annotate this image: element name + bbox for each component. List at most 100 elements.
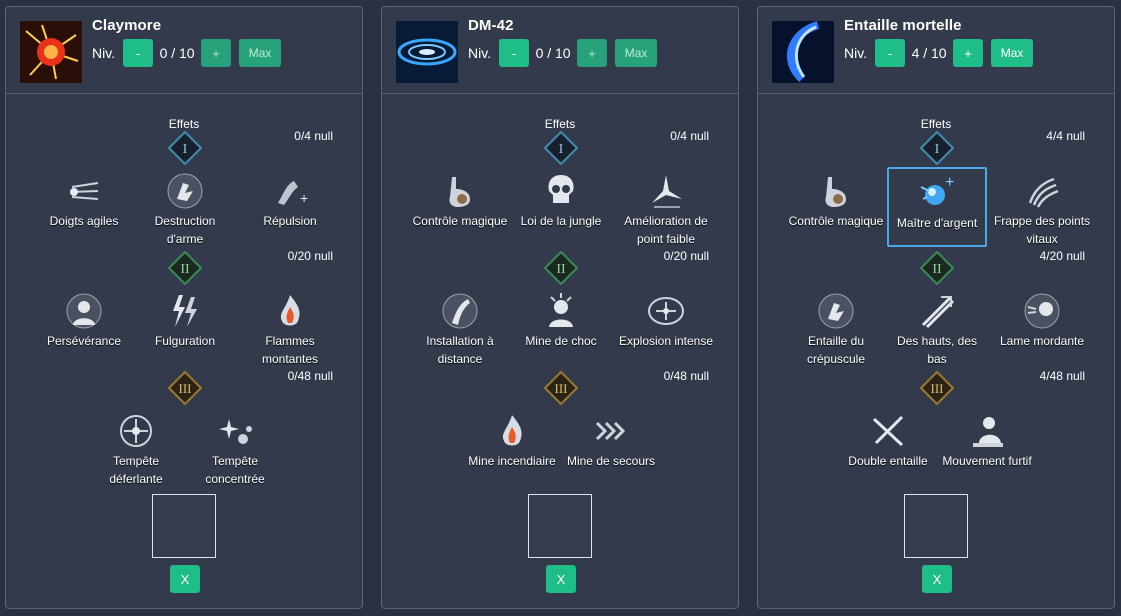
tier-2-option-3[interactable]: Lame mordante xyxy=(992,289,1092,350)
tier-2-numeral: II xyxy=(932,262,942,277)
tier-2-option-2[interactable]: Fulguration xyxy=(135,289,235,350)
tier-1-option-1[interactable]: Doigts agiles xyxy=(34,169,134,230)
tier-2-badge: II xyxy=(168,251,202,285)
swift-fingers-icon xyxy=(62,169,106,213)
skill-name: Claymore xyxy=(92,17,162,34)
incendiary-mine-icon xyxy=(490,409,534,453)
tier-3-option-2[interactable]: Tempête concentrée xyxy=(185,409,285,488)
tier-1-option-3[interactable]: + Répulsion xyxy=(240,169,340,230)
tier-1-numeral: I xyxy=(559,142,564,157)
tier-2-badge: II xyxy=(920,251,954,285)
option-label: Amélioration de point faible xyxy=(624,214,708,246)
level-max-button[interactable]: Max xyxy=(991,39,1034,67)
option-label: Contrôle magique xyxy=(788,214,884,228)
rune-slot[interactable] xyxy=(152,494,216,558)
twilight-slash-icon xyxy=(814,289,858,333)
level-max-button[interactable]: Max xyxy=(239,39,282,67)
tier-2-count: 4/20 null xyxy=(1039,249,1085,263)
concentrated-storm-icon xyxy=(213,409,257,453)
tier-3-option-2[interactable]: Mouvement furtif xyxy=(937,409,1037,470)
tier-1-option-2[interactable]: Loi de la jungle xyxy=(511,169,611,230)
tier-3-count: 0/48 null xyxy=(663,369,709,383)
tier-1-option-3[interactable]: Amélioration de point faible xyxy=(616,169,716,248)
rune-slot[interactable] xyxy=(528,494,592,558)
tier-3-badge: III xyxy=(544,371,578,405)
option-label: Persévérance xyxy=(46,334,122,348)
option-label: Doigts agiles xyxy=(49,214,119,228)
level-max-button[interactable]: Max xyxy=(615,39,658,67)
option-label: Répulsion xyxy=(263,214,317,228)
skill-panel-entaille-mortelle: Entaille mortelle Niv. - 4 / 10 + Max Ef… xyxy=(757,6,1115,609)
tier-3-count: 0/48 null xyxy=(287,369,333,383)
lightning-icon xyxy=(163,289,207,333)
tier-1-numeral: I xyxy=(183,142,188,157)
silver-master-icon: + xyxy=(915,171,959,215)
tier-1-option-1[interactable]: Contrôle magique xyxy=(786,169,886,230)
highs-and-lows-icon xyxy=(915,289,959,333)
level-decrease-button[interactable]: - xyxy=(499,39,530,67)
option-label: Loi de la jungle xyxy=(520,214,602,228)
tier-1-option-2[interactable]: Destruction d'arme xyxy=(135,169,235,248)
option-label: Maître d'argent xyxy=(896,216,978,230)
level-decrease-button[interactable]: - xyxy=(123,39,154,67)
clear-button[interactable]: X xyxy=(922,565,952,593)
skull-icon xyxy=(539,169,583,213)
tier-2-option-2[interactable]: Des hauts, des bas xyxy=(887,289,987,368)
level-value: 4 / 10 xyxy=(911,45,947,61)
tier-2-option-1[interactable]: Installation à distance xyxy=(410,289,510,368)
option-label: Des hauts, des bas xyxy=(896,334,978,366)
level-value: 0 / 10 xyxy=(159,45,195,61)
rescue-mine-icon xyxy=(589,409,633,453)
weak-point-icon xyxy=(644,169,688,213)
shock-mine-icon xyxy=(539,289,583,333)
tier-3-option-1[interactable]: Tempête déferlante xyxy=(86,409,186,488)
rising-flames-icon xyxy=(268,289,312,333)
level-increase-button[interactable]: + xyxy=(953,39,984,67)
tier-2-option-1[interactable]: Persévérance xyxy=(34,289,134,350)
biting-blade-icon xyxy=(1020,289,1064,333)
tier-1-option-2-selected[interactable]: + Maître d'argent xyxy=(887,167,987,247)
option-label: Double entaille xyxy=(848,454,928,468)
skill-panel-claymore: Claymore Niv. - 0 / 10 + Max Effets 0/4 … xyxy=(5,6,363,609)
perseverance-icon xyxy=(62,289,106,333)
option-label: Entaille du crépuscule xyxy=(806,334,866,366)
magic-control-icon xyxy=(814,169,858,213)
level-decrease-button[interactable]: - xyxy=(875,39,906,67)
stealth-move-icon xyxy=(965,409,1009,453)
tier-3-count: 4/48 null xyxy=(1039,369,1085,383)
skill-name: Entaille mortelle xyxy=(844,17,962,34)
tier-3-option-1[interactable]: Double entaille xyxy=(838,409,938,470)
tier-2-option-2[interactable]: Mine de choc xyxy=(511,289,611,350)
option-label: Mine de secours xyxy=(566,454,656,468)
tier-2-option-3[interactable]: Flammes montantes xyxy=(240,289,340,368)
option-label: Mine incendiaire xyxy=(468,454,556,468)
option-label: Destruction d'arme xyxy=(154,214,216,246)
rune-slot[interactable] xyxy=(904,494,968,558)
tier-2-option-3[interactable]: Explosion intense xyxy=(616,289,716,350)
level-label: Niv. xyxy=(468,45,492,61)
tier-1-option-1[interactable]: Contrôle magique xyxy=(410,169,510,230)
tier-2-option-1[interactable]: Entaille du crépuscule xyxy=(786,289,886,368)
tier-1-option-3[interactable]: Frappe des points vitaux xyxy=(992,169,1092,248)
tier-3-option-1[interactable]: Mine incendiaire xyxy=(462,409,562,470)
level-increase-button[interactable]: + xyxy=(577,39,608,67)
remote-install-icon xyxy=(438,289,482,333)
clear-button[interactable]: X xyxy=(170,565,200,593)
tier-1-badge: I xyxy=(168,131,202,165)
panel-header: DM-42 Niv. - 0 / 10 + Max xyxy=(382,7,738,94)
weapon-destruction-icon xyxy=(163,169,207,213)
option-label: Installation à distance xyxy=(426,334,494,366)
option-label: Flammes montantes xyxy=(261,334,319,366)
tier-3-numeral: III xyxy=(931,381,944,396)
vital-strike-icon xyxy=(1020,169,1064,213)
tier-1-count: 0/4 null xyxy=(670,129,709,143)
level-increase-button[interactable]: + xyxy=(201,39,232,67)
level-controls: Niv. - 0 / 10 + Max xyxy=(468,38,658,68)
clear-button[interactable]: X xyxy=(546,565,576,593)
svg-text:+: + xyxy=(945,174,954,191)
tier-2-numeral: II xyxy=(180,262,190,277)
level-value: 0 / 10 xyxy=(535,45,571,61)
option-label: Lame mordante xyxy=(999,334,1085,348)
tier-1-badge: I xyxy=(920,131,954,165)
tier-3-option-2[interactable]: Mine de secours xyxy=(561,409,661,470)
